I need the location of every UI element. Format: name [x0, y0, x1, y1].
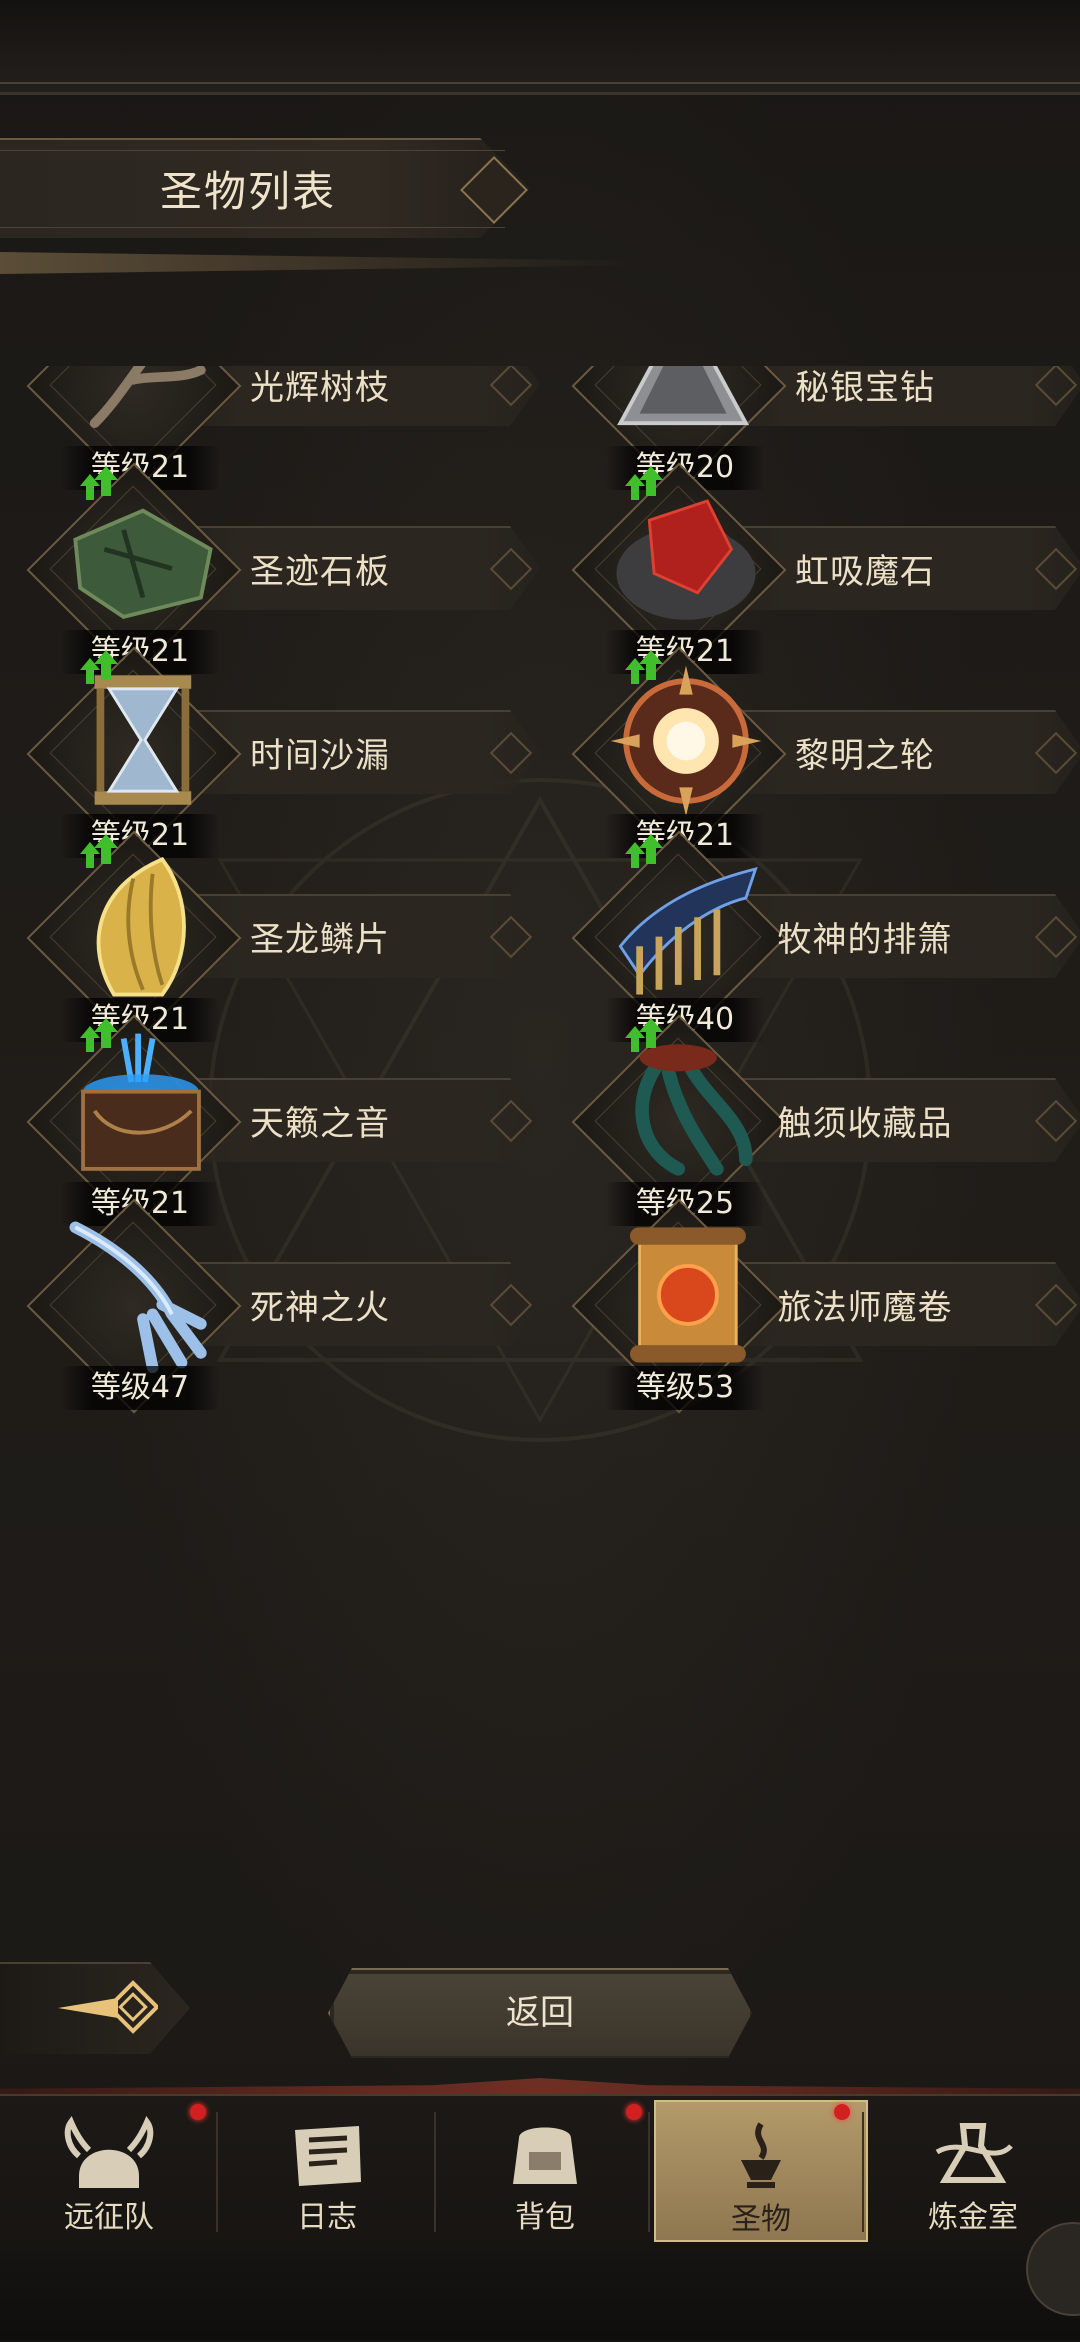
relic-level: 等级47: [60, 1366, 220, 1410]
nav-separator: [216, 2112, 218, 2232]
relic-name: 旅法师魔卷: [777, 1288, 953, 1328]
alchemy-icon: [935, 2123, 1013, 2183]
relic-item[interactable]: 死神之火 等级47: [20, 1198, 540, 1414]
relic-name: 秘银宝钻: [795, 368, 935, 408]
upgrade-arrow-icon: [625, 650, 663, 684]
upgrade-arrow-icon: [625, 834, 663, 868]
relic-name: 圣迹石板: [250, 552, 390, 592]
relic-item[interactable]: 秘银宝钻 等级20: [565, 366, 1080, 494]
relic-item[interactable]: 触须收藏品 等级25: [565, 1014, 1080, 1230]
relic-item[interactable]: 时间沙漏 等级21: [20, 646, 540, 862]
upgrade-arrow-icon: [80, 466, 118, 500]
relic-name: 黎明之轮: [795, 736, 935, 776]
nav-tab-label: 远征队: [64, 2200, 154, 2235]
relic-name: 时间沙漏: [250, 736, 390, 776]
relic-name: 牧神的排箫: [777, 920, 953, 960]
nav-separator: [862, 2112, 864, 2232]
arrow-left-icon[interactable]: [58, 1980, 158, 2036]
relic-name: 死神之火: [250, 1288, 390, 1328]
upgrade-arrow-icon: [80, 650, 118, 684]
nav-bottom-strip: [0, 2250, 1080, 2340]
upgrade-arrow-icon: [80, 834, 118, 868]
relic-item[interactable]: 天籁之音 等级21: [20, 1014, 540, 1230]
nav-separator: [648, 2112, 650, 2232]
relic-name: 触须收藏品: [777, 1104, 953, 1144]
nav-tab[interactable]: 日志: [222, 2100, 432, 2238]
return-button-label[interactable]: 返回: [328, 1968, 752, 2058]
nav-separator: [434, 2112, 436, 2232]
notification-badge: [834, 2104, 850, 2120]
upgrade-arrow-icon: [80, 1018, 118, 1052]
relic-level: 等级53: [605, 1366, 765, 1410]
relic-name: 光辉树枝: [250, 368, 390, 408]
backpack-icon: [513, 2127, 577, 2184]
relic-item[interactable]: 圣龙鳞片 等级21: [20, 830, 540, 1046]
notification-badge: [626, 2104, 642, 2120]
relic-item[interactable]: 黎明之轮 等级21: [565, 646, 1080, 862]
nav-tab[interactable]: 背包: [440, 2100, 650, 2238]
page-title: 圣物列表: [160, 167, 337, 216]
nav-tab-label: 背包: [515, 2200, 575, 2235]
relic-icon: [741, 2122, 781, 2188]
nav-tab-label: 日志: [297, 2200, 357, 2235]
nav-tab[interactable]: 圣物: [654, 2100, 868, 2242]
nav-tab-label: 圣物: [731, 2202, 791, 2237]
relic-item[interactable]: 旅法师魔卷 等级53: [565, 1198, 1080, 1414]
relic-list[interactable]: 光辉树枝 等级21 秘银宝钻 等级20 圣迹石板 等级21 虹吸魔石 等级21 时间沙漏 等级21…: [0, 366, 1080, 1866]
relic-name: 虹吸魔石: [795, 552, 935, 592]
upgrade-arrow-icon: [625, 1018, 663, 1052]
relic-item[interactable]: 圣迹石板 等级21: [20, 462, 540, 678]
journal-icon: [295, 2126, 361, 2186]
relic-item[interactable]: 虹吸魔石 等级21: [565, 462, 1080, 678]
top-frame: [0, 0, 1080, 95]
nav-tab[interactable]: 炼金室: [868, 2100, 1078, 2238]
helmet-icon: [64, 2116, 154, 2188]
relic-item[interactable]: 牧神的排箫 等级40: [565, 830, 1080, 1046]
upgrade-arrow-icon: [625, 466, 663, 500]
relic-name: 天籁之音: [250, 1104, 390, 1144]
relic-name: 圣龙鳞片: [250, 920, 390, 960]
notification-badge: [190, 2104, 206, 2120]
relic-item[interactable]: 光辉树枝 等级21: [20, 366, 540, 494]
nav-tab[interactable]: 远征队: [4, 2100, 214, 2238]
